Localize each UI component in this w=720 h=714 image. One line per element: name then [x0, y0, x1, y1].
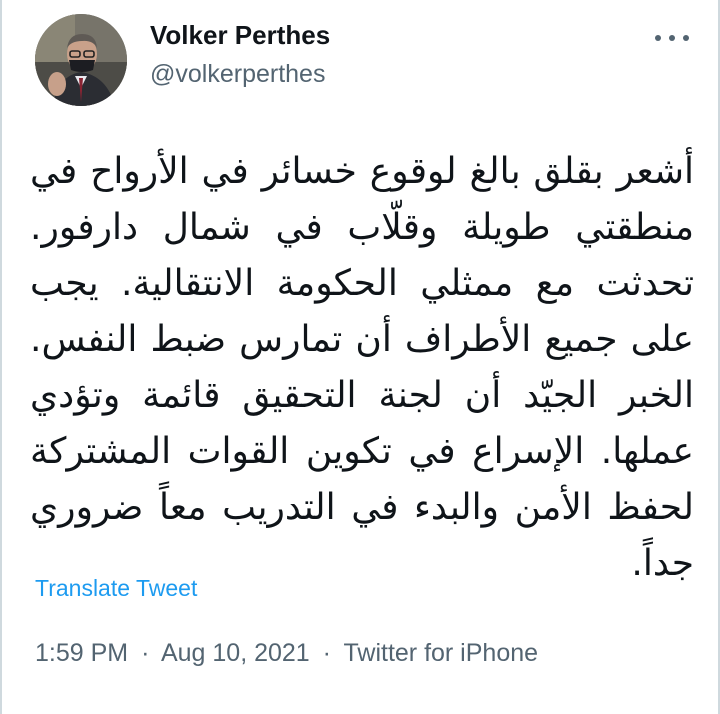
- author-handle[interactable]: @volkerperthes: [150, 60, 325, 89]
- more-options-button[interactable]: [652, 28, 692, 48]
- author-avatar[interactable]: [35, 14, 127, 106]
- avatar-photo-icon: [35, 14, 127, 106]
- separator: ·: [141, 639, 150, 667]
- tweet-metadata: 1:59 PM · Aug 10, 2021 · Twitter for iPh…: [35, 639, 538, 668]
- ellipsis-icon: [683, 35, 689, 41]
- tweet-text: أشعر بقلق بالغ لوقوع خسائر في الأرواح في…: [30, 151, 694, 584]
- tweet-time[interactable]: 1:59 PM: [35, 639, 128, 667]
- tweet-date[interactable]: Aug 10, 2021: [161, 639, 310, 667]
- translate-tweet-link[interactable]: Translate Tweet: [35, 575, 197, 602]
- tweet-source[interactable]: Twitter for iPhone: [344, 639, 539, 667]
- ellipsis-icon: [655, 35, 661, 41]
- separator: ·: [322, 639, 331, 667]
- ellipsis-icon: [669, 35, 675, 41]
- author-name[interactable]: Volker Perthes: [150, 20, 330, 51]
- tweet-card: Volker Perthes @volkerperthes أشعر بقلق …: [0, 0, 720, 714]
